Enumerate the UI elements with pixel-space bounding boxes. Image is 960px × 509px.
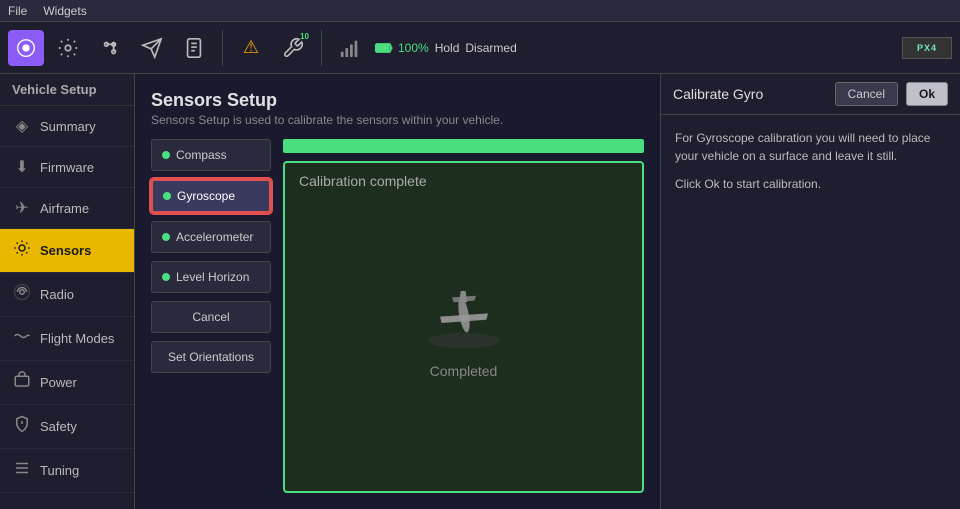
power-icon: [12, 371, 32, 394]
cancel-cal-label: Cancel: [192, 310, 229, 324]
instruction-1: For Gyroscope calibration you will need …: [675, 129, 946, 165]
sidebar-label-flight-modes: Flight Modes: [40, 331, 114, 346]
signal-icon[interactable]: [332, 30, 368, 66]
sensors-icon: [12, 239, 32, 262]
wrench-icon[interactable]: 10: [275, 30, 311, 66]
sidebar-item-power[interactable]: Power: [0, 361, 134, 405]
level-horizon-button[interactable]: Level Horizon: [151, 261, 271, 293]
calibration-box: Calibration complete Comp: [283, 161, 644, 493]
version-number: 10: [300, 32, 309, 41]
calibrate-gyro-title: Calibrate Gyro: [673, 86, 827, 102]
completed-label: Completed: [430, 363, 498, 379]
sidebar-label-sensors: Sensors: [40, 243, 91, 258]
right-panel-body: For Gyroscope calibration you will need …: [661, 115, 960, 207]
compass-button[interactable]: Compass: [151, 139, 271, 171]
divider-2: [321, 30, 322, 66]
set-orientations-label: Set Orientations: [168, 350, 254, 364]
sidebar-label-radio: Radio: [40, 287, 74, 302]
gyroscope-label: Gyroscope: [177, 189, 235, 203]
accelerometer-button[interactable]: Accelerometer: [151, 221, 271, 253]
battery-status: 100%: [374, 38, 429, 58]
level-horizon-dot: [162, 273, 170, 281]
aircraft-diagram: [414, 275, 514, 355]
px4-logo: PX4: [902, 37, 952, 59]
level-horizon-label: Level Horizon: [176, 270, 249, 284]
flight-status: Hold: [435, 41, 460, 55]
sensors-panel: Compass Gyroscope Accelerometer Level Ho…: [151, 139, 644, 493]
safety-icon: [12, 415, 32, 438]
sidebar-item-airframe[interactable]: ✈ Airframe: [0, 188, 134, 229]
compass-progress-row: [283, 139, 644, 153]
compass-progress-fill: [283, 139, 644, 153]
gyroscope-button[interactable]: Gyroscope: [151, 179, 271, 213]
calibration-area: Calibration complete Comp: [283, 139, 644, 493]
flight-modes-icon: [12, 327, 32, 350]
sidebar-label-summary: Summary: [40, 119, 96, 134]
doc-icon[interactable]: [176, 30, 212, 66]
firmware-icon: ⬇: [12, 157, 32, 177]
sidebar-item-firmware[interactable]: ⬇ Firmware: [0, 147, 134, 188]
instruction-2: Click Ok to start calibration.: [675, 175, 946, 193]
accelerometer-dot: [162, 233, 170, 241]
calibration-status-label: Calibration complete: [299, 173, 427, 189]
armed-label: Disarmed: [465, 41, 516, 55]
right-panel-header: Calibrate Gyro Cancel Ok: [661, 74, 960, 115]
content-header: Sensors Setup Sensors Setup is used to c…: [151, 90, 644, 127]
set-orientations-button[interactable]: Set Orientations: [151, 341, 271, 373]
divider-1: [222, 30, 223, 66]
radio-icon: [12, 283, 32, 306]
sidebar-label-power: Power: [40, 375, 77, 390]
sidebar-header: Vehicle Setup: [0, 74, 134, 106]
content-area: Sensors Setup Sensors Setup is used to c…: [135, 74, 660, 509]
accelerometer-label: Accelerometer: [176, 230, 253, 244]
cancel-cal-button[interactable]: Cancel: [151, 301, 271, 333]
compass-dot: [162, 151, 170, 159]
compass-progress-bar: [283, 139, 644, 153]
cancel-button[interactable]: Cancel: [835, 82, 898, 106]
menu-file[interactable]: File: [8, 4, 27, 18]
sidebar-item-sensors[interactable]: Sensors: [0, 229, 134, 273]
waypoint-icon[interactable]: [92, 30, 128, 66]
warning-icon[interactable]: ⚠: [233, 30, 269, 66]
tuning-icon: [12, 459, 32, 482]
compass-label: Compass: [176, 148, 227, 162]
send-icon[interactable]: [134, 30, 170, 66]
ok-button[interactable]: Ok: [906, 82, 948, 106]
page-title: Sensors Setup: [151, 90, 644, 111]
right-panel: Calibrate Gyro Cancel Ok For Gyroscope c…: [660, 74, 960, 509]
hold-status: Hold: [435, 41, 460, 55]
main-layout: Vehicle Setup ◈ Summary ⬇ Firmware ✈ Air…: [0, 74, 960, 509]
gyroscope-dot: [163, 192, 171, 200]
sidebar-label-airframe: Airframe: [40, 201, 89, 216]
armed-status: Disarmed: [465, 41, 516, 55]
vehicle-icon[interactable]: [8, 30, 44, 66]
sidebar-item-safety[interactable]: Safety: [0, 405, 134, 449]
sidebar-item-radio[interactable]: Radio: [0, 273, 134, 317]
sidebar: Vehicle Setup ◈ Summary ⬇ Firmware ✈ Air…: [0, 74, 135, 509]
settings-icon[interactable]: [50, 30, 86, 66]
sidebar-item-summary[interactable]: ◈ Summary: [0, 106, 134, 147]
sidebar-label-firmware: Firmware: [40, 160, 94, 175]
sidebar-item-flight-modes[interactable]: Flight Modes: [0, 317, 134, 361]
airframe-icon: ✈: [12, 198, 32, 218]
sidebar-item-tuning[interactable]: Tuning: [0, 449, 134, 493]
sidebar-label-safety: Safety: [40, 419, 77, 434]
toolbar: ⚠ 10 100% Hold Disarmed PX4: [0, 22, 960, 74]
sidebar-label-tuning: Tuning: [40, 463, 79, 478]
summary-icon: ◈: [12, 116, 32, 136]
sensor-buttons-list: Compass Gyroscope Accelerometer Level Ho…: [151, 139, 271, 493]
page-subtitle: Sensors Setup is used to calibrate the s…: [151, 113, 644, 127]
menu-widgets[interactable]: Widgets: [43, 4, 86, 18]
menubar: File Widgets: [0, 0, 960, 22]
battery-percent: 100%: [398, 41, 429, 55]
